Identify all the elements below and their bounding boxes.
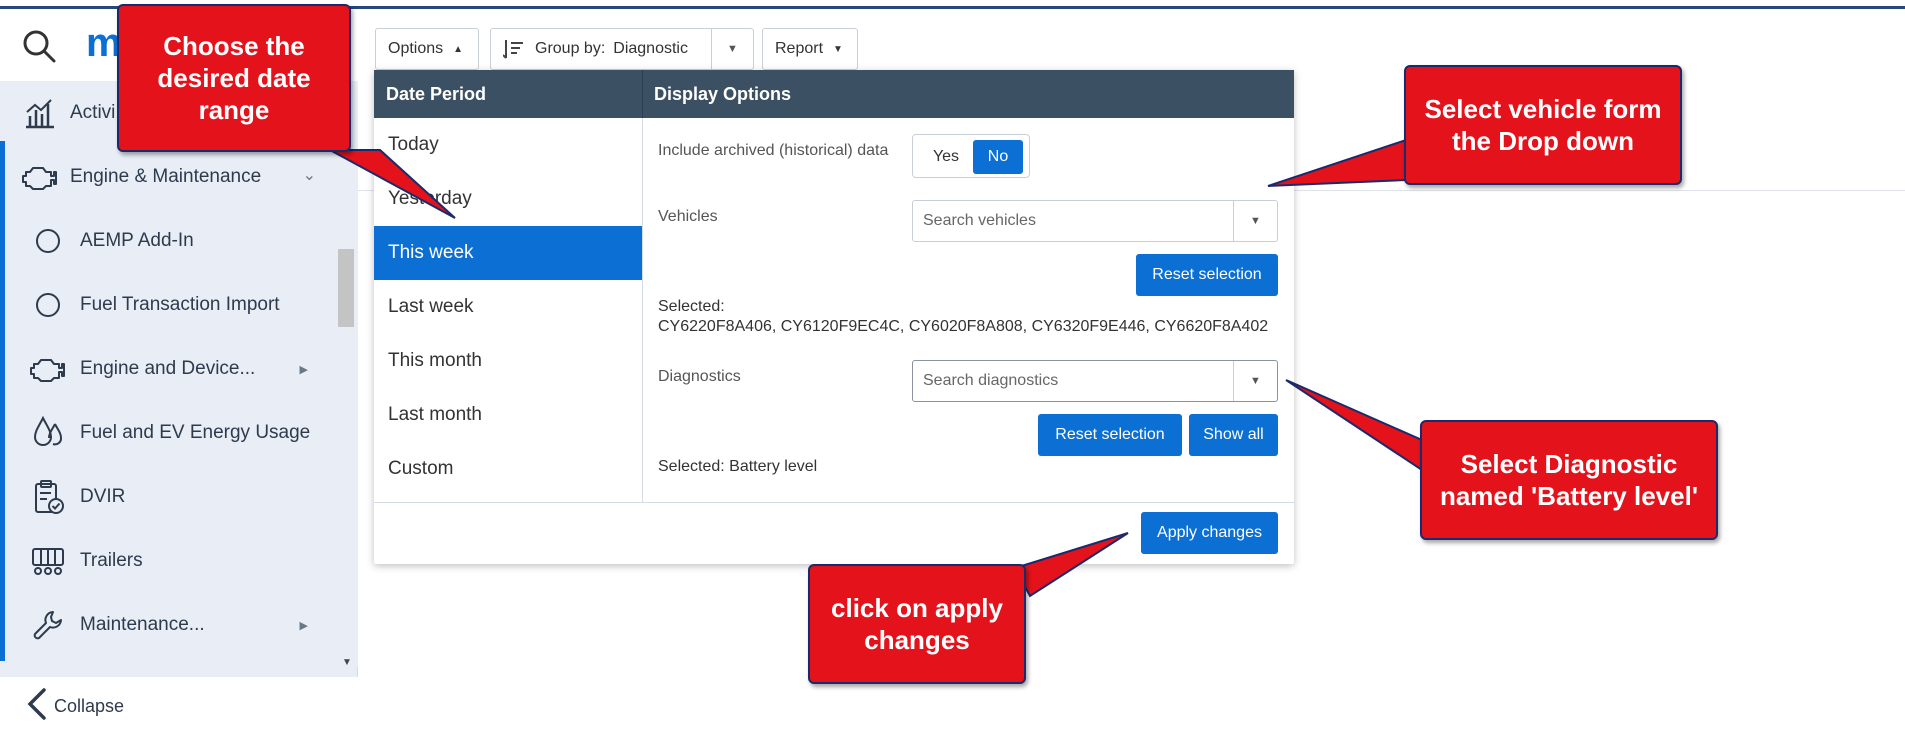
- sidebar-item-label: Engine & Maintenance: [70, 166, 262, 187]
- date-period-header: Date Period: [374, 70, 643, 118]
- group-by-label: Group by:: [535, 40, 606, 57]
- sidebar-item-maintenance[interactable]: Maintenance... ▶: [0, 593, 340, 657]
- sidebar-item-label: Fuel Transaction Import: [80, 294, 280, 315]
- options-panel: Date Period Display Options Today Yester…: [374, 70, 1294, 564]
- scroll-down-arrow-icon[interactable]: ▼: [336, 657, 358, 673]
- period-custom[interactable]: Custom: [374, 442, 642, 496]
- sidebar-item-label: Fuel and EV Energy Usage: [80, 422, 311, 443]
- pointer-diagnostic: [1285, 379, 1423, 472]
- sidebar-list: Activi Engine & Maintenance ⌄ AEMP Add-I…: [0, 81, 340, 661]
- sidebar-item-engine-device[interactable]: Engine and Device... ▶: [0, 337, 340, 401]
- engine-icon: [28, 349, 68, 389]
- options-button[interactable]: Options ▲: [375, 28, 479, 70]
- engine-icon: [20, 157, 60, 197]
- group-by-divider: [711, 29, 712, 69]
- vehicles-selected-list: CY6220F8A406, CY6120F9EC4C, CY6020F8A808…: [658, 318, 1269, 335]
- vehicles-search: ▼: [912, 200, 1278, 242]
- toggle-yes-button[interactable]: Yes: [921, 141, 971, 173]
- sidebar-item-label: Maintenance...: [80, 614, 205, 635]
- sidebar-scrollbar-thumb[interactable]: [338, 249, 354, 327]
- group-by-value: Diagnostic: [613, 40, 688, 57]
- vehicles-selected-label: Selected:: [658, 298, 725, 315]
- sidebar-item-trailers[interactable]: Trailers: [0, 529, 340, 593]
- clipboard-check-icon: [28, 477, 68, 517]
- caret-up-icon: ▲: [453, 43, 464, 55]
- options-label: Options: [388, 40, 444, 57]
- period-yesterday[interactable]: Yesterday: [374, 172, 642, 226]
- period-this-month[interactable]: This month: [374, 334, 642, 388]
- circle-icon: [28, 221, 68, 261]
- sidebar-item-label: Activi: [70, 102, 116, 123]
- callout-date-range: Choose the desired date range: [117, 4, 351, 152]
- panel-footer-divider: [374, 502, 1294, 503]
- diagnostics-label: Diagnostics: [658, 368, 741, 385]
- sidebar-item-fuel-ev[interactable]: Fuel and EV Energy Usage: [0, 401, 340, 465]
- diagnostics-reset-button[interactable]: Reset selection: [1038, 414, 1182, 456]
- date-period-list: Today Yesterday This week Last week This…: [374, 118, 643, 502]
- chevron-left-icon[interactable]: [24, 686, 50, 722]
- sidebar-item-fuel-transaction[interactable]: Fuel Transaction Import: [0, 273, 340, 337]
- sidebar-item-label: DVIR: [80, 486, 126, 507]
- diagnostics-search-input[interactable]: [913, 361, 1233, 401]
- period-today[interactable]: Today: [374, 118, 642, 172]
- sidebar-item-aemp[interactable]: AEMP Add-In: [0, 209, 340, 273]
- bar-chart-icon: [20, 93, 60, 133]
- period-this-week[interactable]: This week: [374, 226, 642, 280]
- sidebar-item-label: AEMP Add-In: [80, 230, 194, 251]
- fuel-drop-icon: [28, 413, 68, 453]
- vehicles-reset-button[interactable]: Reset selection: [1136, 254, 1278, 296]
- chevron-down-icon: ⌄: [302, 167, 316, 184]
- archived-toggle: Yes No: [912, 134, 1030, 178]
- sidebar-item-label: Trailers: [80, 550, 143, 571]
- period-last-week[interactable]: Last week: [374, 280, 642, 334]
- trailer-icon: [28, 541, 68, 581]
- report-label: Report: [775, 40, 824, 57]
- vehicles-dropdown-icon[interactable]: ▼: [1233, 201, 1277, 241]
- apply-changes-button[interactable]: Apply changes: [1141, 512, 1278, 554]
- sidebar-item-engine-maintenance[interactable]: Engine & Maintenance ⌄: [0, 145, 340, 209]
- toggle-no-button[interactable]: No: [973, 140, 1023, 174]
- collapse-label[interactable]: Collapse: [54, 696, 124, 717]
- sort-icon: [503, 40, 523, 59]
- search-icon[interactable]: [20, 27, 58, 65]
- group-by-button[interactable]: Group by: Diagnostic ▼: [490, 28, 754, 70]
- chevron-right-icon: ▶: [299, 364, 308, 376]
- vehicles-label: Vehicles: [658, 208, 718, 225]
- caret-down-icon[interactable]: ▼: [727, 43, 738, 55]
- callout-diagnostic: Select Diagnostic named 'Battery level': [1420, 420, 1718, 540]
- display-options-header: Display Options: [643, 70, 1294, 118]
- vehicles-search-input[interactable]: [913, 201, 1233, 241]
- diagnostics-dropdown-icon[interactable]: ▼: [1233, 361, 1277, 401]
- sidebar-scrollbar[interactable]: [336, 81, 358, 667]
- callout-apply: click on apply changes: [808, 564, 1026, 684]
- wrench-icon: [28, 605, 68, 645]
- caret-down-icon: ▼: [833, 43, 843, 55]
- period-last-month[interactable]: Last month: [374, 388, 642, 442]
- sidebar-item-dvir[interactable]: DVIR: [0, 465, 340, 529]
- diagnostics-selected: Selected: Battery level: [658, 458, 818, 475]
- sidebar-item-label: Engine and Device...: [80, 358, 256, 379]
- diagnostics-search: ▼: [912, 360, 1278, 402]
- report-button[interactable]: Report ▼: [762, 28, 858, 70]
- callout-vehicle: Select vehicle form the Drop down: [1404, 65, 1682, 185]
- chevron-right-icon: ▶: [299, 620, 308, 632]
- archived-label: Include archived (historical) data: [658, 142, 889, 159]
- circle-icon: [28, 285, 68, 325]
- show-all-button[interactable]: Show all: [1189, 414, 1278, 456]
